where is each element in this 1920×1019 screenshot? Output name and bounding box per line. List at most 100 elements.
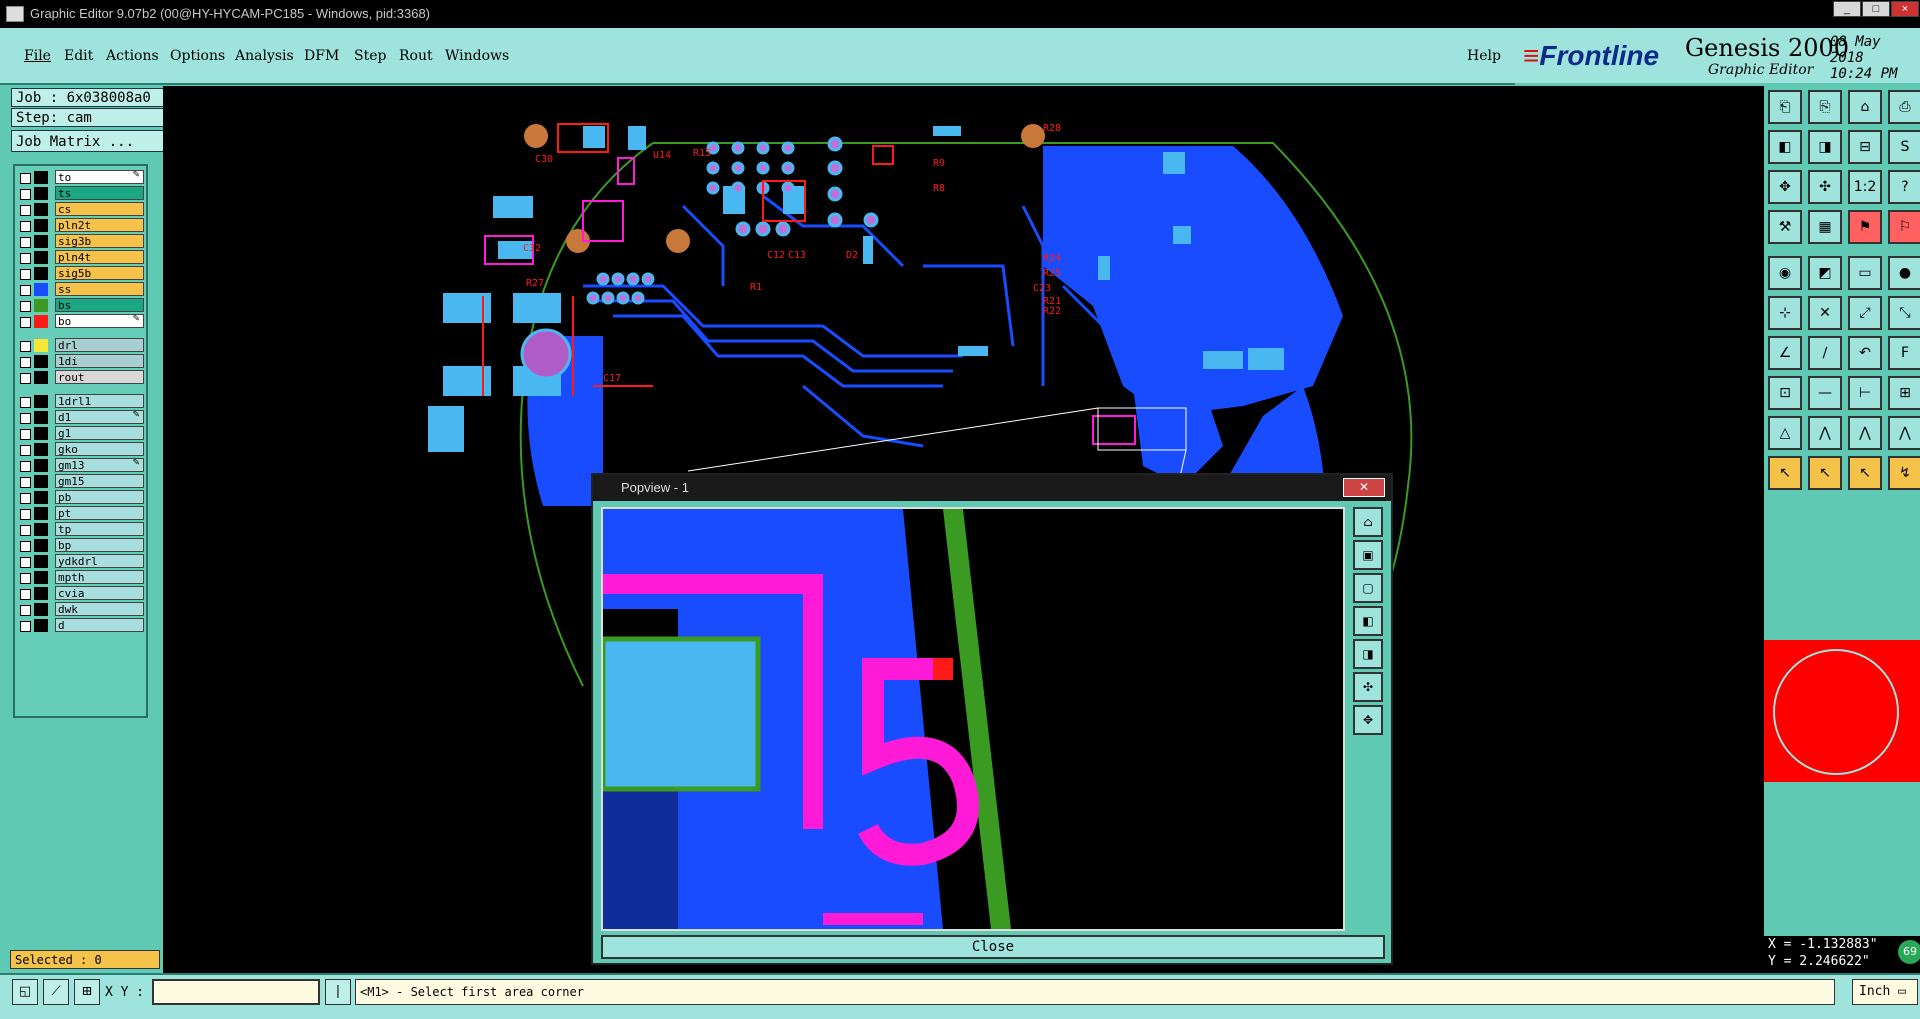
copy-icon[interactable]: ⤡ [1888, 296, 1920, 330]
flag-alt-icon[interactable]: ⚐ [1888, 210, 1920, 244]
layer-name[interactable]: mpth [55, 570, 144, 584]
layer-checkbox[interactable] [20, 317, 31, 328]
zoom-in-icon[interactable]: ▣ [1353, 540, 1383, 570]
font-icon[interactable]: F [1888, 336, 1920, 370]
layer-checkbox[interactable] [20, 189, 31, 200]
layer-name[interactable]: to [55, 170, 144, 184]
layer-color-swatch[interactable] [34, 411, 48, 424]
layer-name[interactable]: gko [55, 442, 144, 456]
layer-checkbox[interactable] [20, 589, 31, 600]
layer-name[interactable]: bs [55, 298, 144, 312]
layer-name[interactable]: d1 [55, 410, 144, 424]
layer-row[interactable]: 1drl1 [15, 394, 146, 409]
layer-checkbox[interactable] [20, 541, 31, 552]
peak-alt-icon[interactable]: ⋀ [1848, 416, 1882, 450]
layer-checkbox[interactable] [20, 253, 31, 264]
layer-color-swatch[interactable] [34, 507, 48, 520]
angle-icon[interactable]: ∠ [1768, 336, 1802, 370]
layer-color-swatch[interactable] [34, 443, 48, 456]
menu-dfm[interactable]: DFM [304, 48, 339, 64]
move-icon[interactable]: ⤢ [1848, 296, 1882, 330]
layer-color-swatch[interactable] [34, 427, 48, 440]
layer-checkbox[interactable] [20, 269, 31, 280]
layer-checkbox[interactable] [20, 373, 31, 384]
menu-actions[interactable]: Actions [106, 48, 159, 64]
scale-icon[interactable]: 1:2 [1848, 170, 1882, 204]
layer-row[interactable]: ydkdrl [15, 554, 146, 569]
layer-row[interactable]: sig3b [15, 234, 146, 249]
pan-right-icon[interactable]: ◨ [1353, 639, 1383, 669]
popview-canvas[interactable] [601, 507, 1345, 931]
layer-color-swatch[interactable] [34, 219, 48, 232]
layer-name[interactable]: g1 [55, 426, 144, 440]
layer-color-swatch[interactable] [34, 491, 48, 504]
layer-checkbox[interactable] [20, 621, 31, 632]
layer-row[interactable]: mpth [15, 570, 146, 585]
layer-color-swatch[interactable] [34, 355, 48, 368]
pan-left-icon[interactable]: ◧ [1353, 606, 1383, 636]
print-icon[interactable]: ⎙ [1888, 90, 1920, 124]
layer-name[interactable]: d [55, 618, 144, 632]
layer-color-swatch[interactable] [34, 299, 48, 312]
home-icon[interactable]: ⌂ [1848, 90, 1882, 124]
layer-row[interactable]: gm15 [15, 474, 146, 489]
layer-checkbox[interactable] [20, 221, 31, 232]
layer-checkbox[interactable] [20, 605, 31, 616]
layer-color-swatch[interactable] [34, 459, 48, 472]
layer-row[interactable]: bp [15, 538, 146, 553]
layer-name[interactable]: dwk [55, 602, 144, 616]
table-icon[interactable]: ⊞ [1888, 376, 1920, 410]
layer-checkbox[interactable] [20, 301, 31, 312]
layer-checkbox[interactable] [20, 493, 31, 504]
job-matrix-button[interactable]: Job Matrix ... [11, 130, 165, 152]
layer-row[interactable]: pb [15, 490, 146, 505]
layer-name[interactable]: cs [55, 202, 144, 216]
menu-step[interactable]: Step [354, 48, 386, 64]
layer-name[interactable]: bo [55, 314, 144, 328]
layer-name[interactable]: sig5b [55, 266, 144, 280]
layer-color-swatch[interactable] [34, 555, 48, 568]
layer-row[interactable]: d1 ✎ [15, 410, 146, 425]
layer-color-swatch[interactable] [34, 571, 48, 584]
layer-row[interactable]: dwk [15, 602, 146, 617]
layer-row[interactable]: pln2t [15, 218, 146, 233]
layer-color-swatch[interactable] [34, 283, 48, 296]
layer-name[interactable]: ts [55, 186, 144, 200]
dot-icon[interactable]: ● [1888, 256, 1920, 290]
layer-color-swatch[interactable] [34, 539, 48, 552]
menu-file[interactable]: File [24, 48, 51, 64]
layer-checkbox[interactable] [20, 429, 31, 440]
layer-color-swatch[interactable] [34, 475, 48, 488]
layer-name[interactable]: pt [55, 506, 144, 520]
layer-checkbox[interactable] [20, 573, 31, 584]
center-icon[interactable]: ✣ [1808, 170, 1842, 204]
layer-color-swatch[interactable] [34, 251, 48, 264]
slope-icon[interactable]: ∕ [1808, 336, 1842, 370]
layer-name[interactable]: gm15 [55, 474, 144, 488]
pointer-red-icon[interactable]: ↖ [1848, 456, 1882, 490]
snap-grid-icon[interactable]: ⊞ [74, 979, 100, 1005]
layer-checkbox[interactable] [20, 237, 31, 248]
layer-checkbox[interactable] [20, 357, 31, 368]
zoom-home-icon[interactable]: ⌂ [1353, 507, 1383, 537]
peak-icon[interactable]: ⋀ [1808, 416, 1842, 450]
layer-row[interactable]: ts [15, 186, 146, 201]
layer-checkbox[interactable] [20, 509, 31, 520]
layer-row[interactable]: gm13 ✎ [15, 458, 146, 473]
snap-icon[interactable]: S [1888, 130, 1920, 164]
layer-row[interactable]: drl [15, 338, 146, 353]
layer-name[interactable]: gm13 [55, 458, 144, 472]
layer-name[interactable]: tp [55, 522, 144, 536]
pointer-alt-icon[interactable]: ↖ [1808, 456, 1842, 490]
fit-view-icon[interactable]: ✣ [1353, 672, 1383, 702]
fit-icon[interactable]: ✥ [1768, 170, 1802, 204]
menu-options[interactable]: Options [170, 48, 225, 64]
units-selector[interactable]: Inch ▭ [1852, 979, 1918, 1005]
layer-row[interactable]: ss [15, 282, 146, 297]
layer-name[interactable]: drl [55, 338, 144, 352]
layer-color-swatch[interactable] [34, 523, 48, 536]
popview-close-button[interactable]: Close [601, 935, 1385, 959]
layer-row[interactable]: g1 [15, 426, 146, 441]
peak-red-icon[interactable]: ⋀ [1888, 416, 1920, 450]
menu-windows[interactable]: Windows [445, 48, 509, 64]
